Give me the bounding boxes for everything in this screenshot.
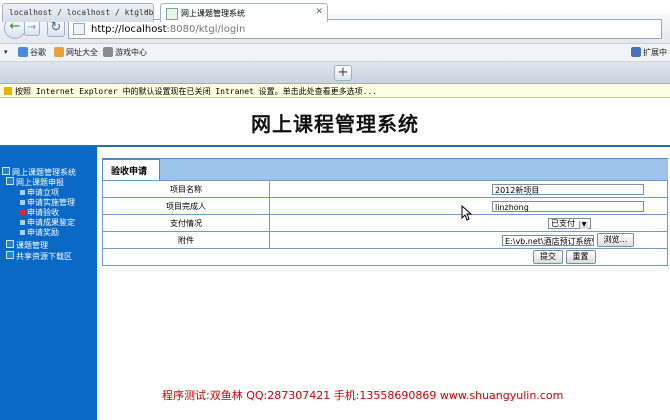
forward-arrow-icon: →: [27, 22, 37, 33]
reset-button[interactable]: 重置: [565, 250, 596, 264]
tree-label: 网上课题管理系统: [12, 168, 76, 177]
page-title: 网上课程管理系统: [251, 112, 419, 136]
form-row-actions: 提交 重置: [102, 248, 668, 266]
address-text[interactable]: http://localhost:8080/ktgl/login: [91, 24, 245, 35]
cursor-icon: [461, 205, 473, 221]
form-tab-strip: [102, 158, 668, 180]
tree-node-project-management[interactable]: 课题管理: [6, 240, 48, 251]
tab-course-system[interactable]: 网上课题管理系统 ✕: [160, 3, 328, 22]
address-path: :8080/ktgl/login: [166, 24, 246, 35]
tree-label: 共享资源下载区: [16, 252, 72, 261]
tab-phpmyadmin[interactable]: localhost / localhost / ktgldb ...✕: [2, 3, 154, 22]
new-tab-button[interactable]: +: [334, 65, 352, 81]
expand-icon[interactable]: [6, 251, 14, 259]
form-row-attachment: 附件 E:\vb.net\酒店预订系统\3 浏览...: [102, 231, 668, 249]
expand-icon[interactable]: [6, 177, 14, 185]
tree-label: 申请立项: [27, 188, 59, 197]
favorite-label: 谷歌: [30, 48, 46, 57]
puzzle-icon: [631, 47, 641, 57]
expand-icon[interactable]: [2, 167, 10, 175]
submit-button[interactable]: 提交: [533, 250, 563, 264]
favorite-url-directory[interactable]: 网址大全: [54, 47, 98, 58]
google-icon: [18, 47, 28, 57]
favorite-label: 网址大全: [66, 48, 98, 57]
forward-button[interactable]: →: [24, 20, 40, 36]
sidebar-tree: 网上课题管理系统 网上课题申报 申请立项 申请实施管理 申请验收 申请成果鉴定 …: [0, 147, 97, 420]
close-icon[interactable]: ✕: [315, 7, 323, 17]
payment-select[interactable]: 已支付 ▼: [548, 217, 591, 229]
extension-center-button[interactable]: 扩展中: [631, 47, 667, 58]
page-icon: [73, 23, 85, 35]
close-icon[interactable]: ✕: [144, 7, 149, 17]
tree-leaf-apply-award[interactable]: 申请奖励: [20, 227, 59, 238]
field-label: 支付情况: [102, 214, 270, 232]
payment-selected: 已支付: [551, 218, 575, 228]
document-icon: [20, 200, 25, 205]
tree-label: 课题管理: [16, 241, 48, 250]
gamepad-icon: [103, 47, 113, 57]
globe-icon: [54, 47, 64, 57]
field-label: 项目完成人: [102, 197, 270, 215]
acceptance-form-panel: 验收申请 项目名称 2012新项目 项目完成人 linzhong 支付情况 已支…: [102, 158, 668, 278]
tab-label: localhost / localhost / ktgldb ...: [9, 8, 154, 17]
tree-node-shared-downloads[interactable]: 共享资源下载区: [6, 251, 72, 262]
warning-icon: [4, 87, 12, 95]
document-icon: [20, 220, 25, 225]
tab-acceptance-application[interactable]: 验收申请: [102, 159, 160, 180]
favorites-bar: ▾ 谷歌 网址大全 游戏中心 扩展中: [0, 44, 670, 62]
favorite-game-center[interactable]: 游戏中心: [103, 47, 147, 58]
watermark-text: 程序测试:双鱼林 QQ:287307421 手机:13558690869 www…: [162, 389, 564, 402]
tree-label: 申请成果鉴定: [27, 218, 75, 227]
info-text: 按照 Internet Explorer 中的默认设置现在已关闭 Intrane…: [15, 87, 378, 96]
form-row-payment: 支付情况 已支付 ▼: [102, 214, 668, 232]
field-label: 附件: [102, 231, 270, 249]
chevron-down-icon: ▼: [579, 220, 588, 229]
tree-label: 申请实施管理: [27, 198, 75, 207]
favorites-menu-button[interactable]: ▾: [4, 47, 8, 56]
browse-button[interactable]: 浏览...: [596, 233, 635, 247]
attachment-path-input[interactable]: E:\vb.net\酒店预订系统\3: [502, 234, 594, 246]
intranet-info-bar[interactable]: 按照 Internet Explorer 中的默认设置现在已关闭 Intrane…: [0, 84, 670, 98]
tree-label: 申请奖励: [27, 228, 59, 237]
owner-input[interactable]: linzhong: [492, 200, 644, 212]
page-icon: [166, 8, 178, 20]
header-divider: [0, 145, 670, 147]
address-bar[interactable]: http://localhost:8080/ktgl/login: [68, 19, 662, 39]
address-host: http://localhost: [91, 24, 167, 35]
document-icon: [20, 210, 25, 215]
form-row-owner: 项目完成人 linzhong: [102, 197, 668, 215]
tree-label: 申请验收: [27, 208, 59, 217]
expand-icon[interactable]: [6, 240, 14, 248]
document-icon: [20, 230, 25, 235]
project-name-input[interactable]: 2012新项目: [492, 183, 644, 195]
form-table: 项目名称 2012新项目 项目完成人 linzhong 支付情况 已支付 ▼ 附件…: [102, 180, 668, 266]
form-row-project-name: 项目名称 2012新项目: [102, 180, 668, 198]
tab-label: 网上课题管理系统: [181, 9, 245, 18]
refresh-icon: ↻: [50, 20, 62, 35]
tree-label: 网上课题申报: [16, 178, 64, 187]
favorite-label: 游戏中心: [115, 48, 147, 57]
extension-label: 扩展中: [643, 48, 667, 57]
document-icon: [20, 190, 25, 195]
favorite-google[interactable]: 谷歌: [18, 47, 46, 58]
field-label: 项目名称: [102, 180, 270, 198]
